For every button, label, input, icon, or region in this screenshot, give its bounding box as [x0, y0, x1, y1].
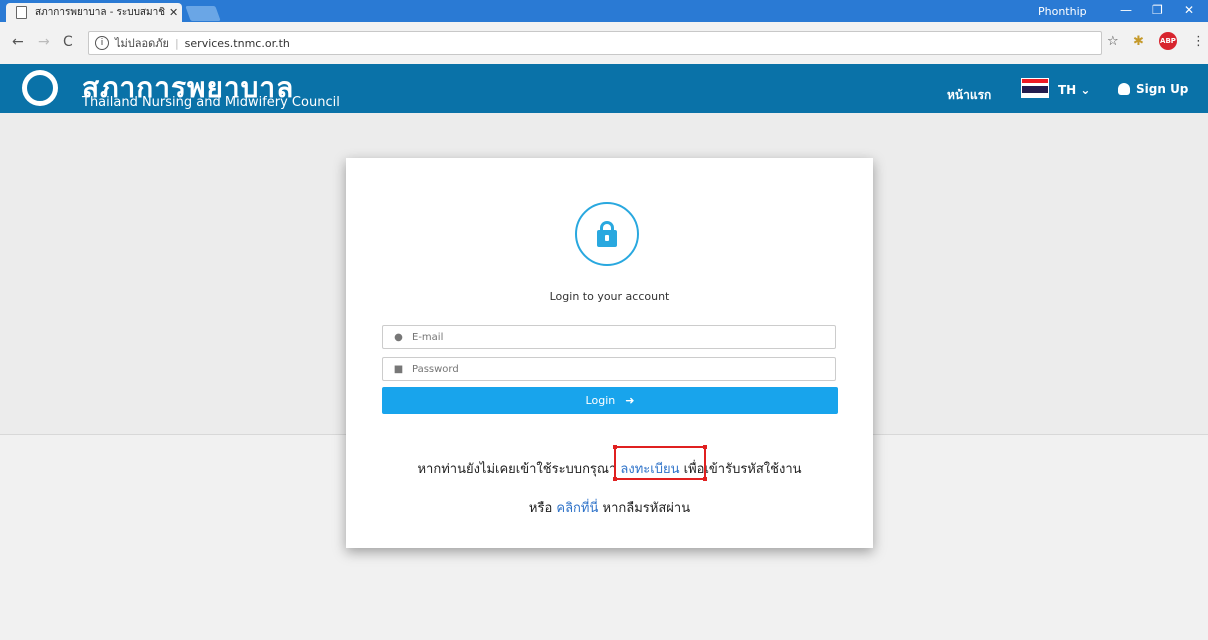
adblock-icon[interactable]: ABP	[1159, 32, 1177, 50]
close-window-icon[interactable]: ✕	[1184, 3, 1194, 17]
user-icon: ●	[394, 331, 403, 343]
url-field[interactable]: i ไม่ปลอดภัย | services.tnmc.or.th	[88, 31, 1102, 55]
bookmark-star-icon[interactable]: ☆	[1107, 34, 1119, 49]
close-tab-icon[interactable]: ✕	[169, 6, 178, 19]
arrow-right-icon: ➜	[625, 394, 635, 407]
site-header: สภาการพยาบาล Thailand Nursing and Midwif…	[0, 64, 1208, 113]
password-field[interactable]	[410, 362, 814, 376]
forgot-prefix: หรือ	[528, 501, 553, 516]
security-label: ไม่ปลอดภัย	[115, 37, 169, 50]
maximize-icon[interactable]: ❐	[1152, 3, 1163, 17]
add-user-icon	[1118, 83, 1130, 95]
page-icon	[16, 6, 27, 19]
language-selector[interactable]: TH ⌄	[1058, 83, 1090, 97]
new-tab-button[interactable]	[185, 6, 221, 21]
login-title: Login to your account	[549, 290, 670, 303]
email-field-wrapper[interactable]: ●	[382, 325, 836, 349]
separator: |	[174, 36, 179, 50]
reload-icon[interactable]: C	[63, 34, 73, 50]
signup-label: Sign Up	[1136, 82, 1189, 96]
address-bar: ← → C i ไม่ปลอดภัย | services.tnmc.or.th…	[0, 22, 1208, 65]
padlock-icon: ■	[393, 363, 404, 375]
highlight-box	[613, 445, 707, 481]
language-label: TH	[1058, 83, 1077, 97]
url-text: services.tnmc.or.th	[184, 36, 290, 50]
lock-icon	[575, 202, 639, 266]
forward-icon[interactable]: →	[38, 34, 50, 50]
login-button-label: Login	[585, 394, 616, 407]
menu-dots-icon[interactable]: ⋮	[1192, 34, 1205, 49]
back-icon[interactable]: ←	[12, 34, 24, 50]
forgot-password-prompt: หรือ คลิกที่นี่ หากลืมรหัสผ่าน	[346, 497, 873, 518]
extension-icon[interactable]: ✱	[1133, 34, 1144, 49]
thai-flag-icon[interactable]	[1021, 78, 1049, 98]
browser-tab[interactable]: สภาการพยาบาล - ระบบสมาชิ ✕	[6, 3, 182, 22]
login-button[interactable]: Login ➜	[382, 387, 838, 414]
tab-title: สภาการพยาบาล - ระบบสมาชิ	[35, 7, 165, 18]
signup-link[interactable]: Sign Up	[1118, 82, 1188, 96]
nav-home-link[interactable]: หน้าแรก	[947, 86, 991, 105]
browser-titlebar: สภาการพยาบาล - ระบบสมาชิ ✕ Phonthip — ❐ …	[0, 0, 1208, 22]
brand-title-en[interactable]: Thailand Nursing and Midwifery Council	[82, 95, 340, 110]
login-card: Login to your account ● ■ Login ➜ หากท่า…	[346, 158, 873, 548]
forgot-suffix: หากลืมรหัสผ่าน	[602, 501, 691, 516]
register-prompt: หากท่านยังไม่เคยเข้าใช้ระบบกรุณา ลงทะเบี…	[346, 458, 873, 479]
profile-name[interactable]: Phonthip	[1038, 5, 1087, 18]
forgot-password-link[interactable]: คลิกที่นี่	[556, 501, 598, 516]
council-logo[interactable]	[22, 70, 58, 106]
register-prefix: หากท่านยังไม่เคยเข้าใช้ระบบกรุณา	[417, 462, 617, 477]
password-field-wrapper[interactable]: ■	[382, 357, 836, 381]
info-icon[interactable]: i	[95, 36, 109, 50]
minimize-icon[interactable]: —	[1120, 3, 1132, 17]
email-field[interactable]	[410, 330, 814, 344]
